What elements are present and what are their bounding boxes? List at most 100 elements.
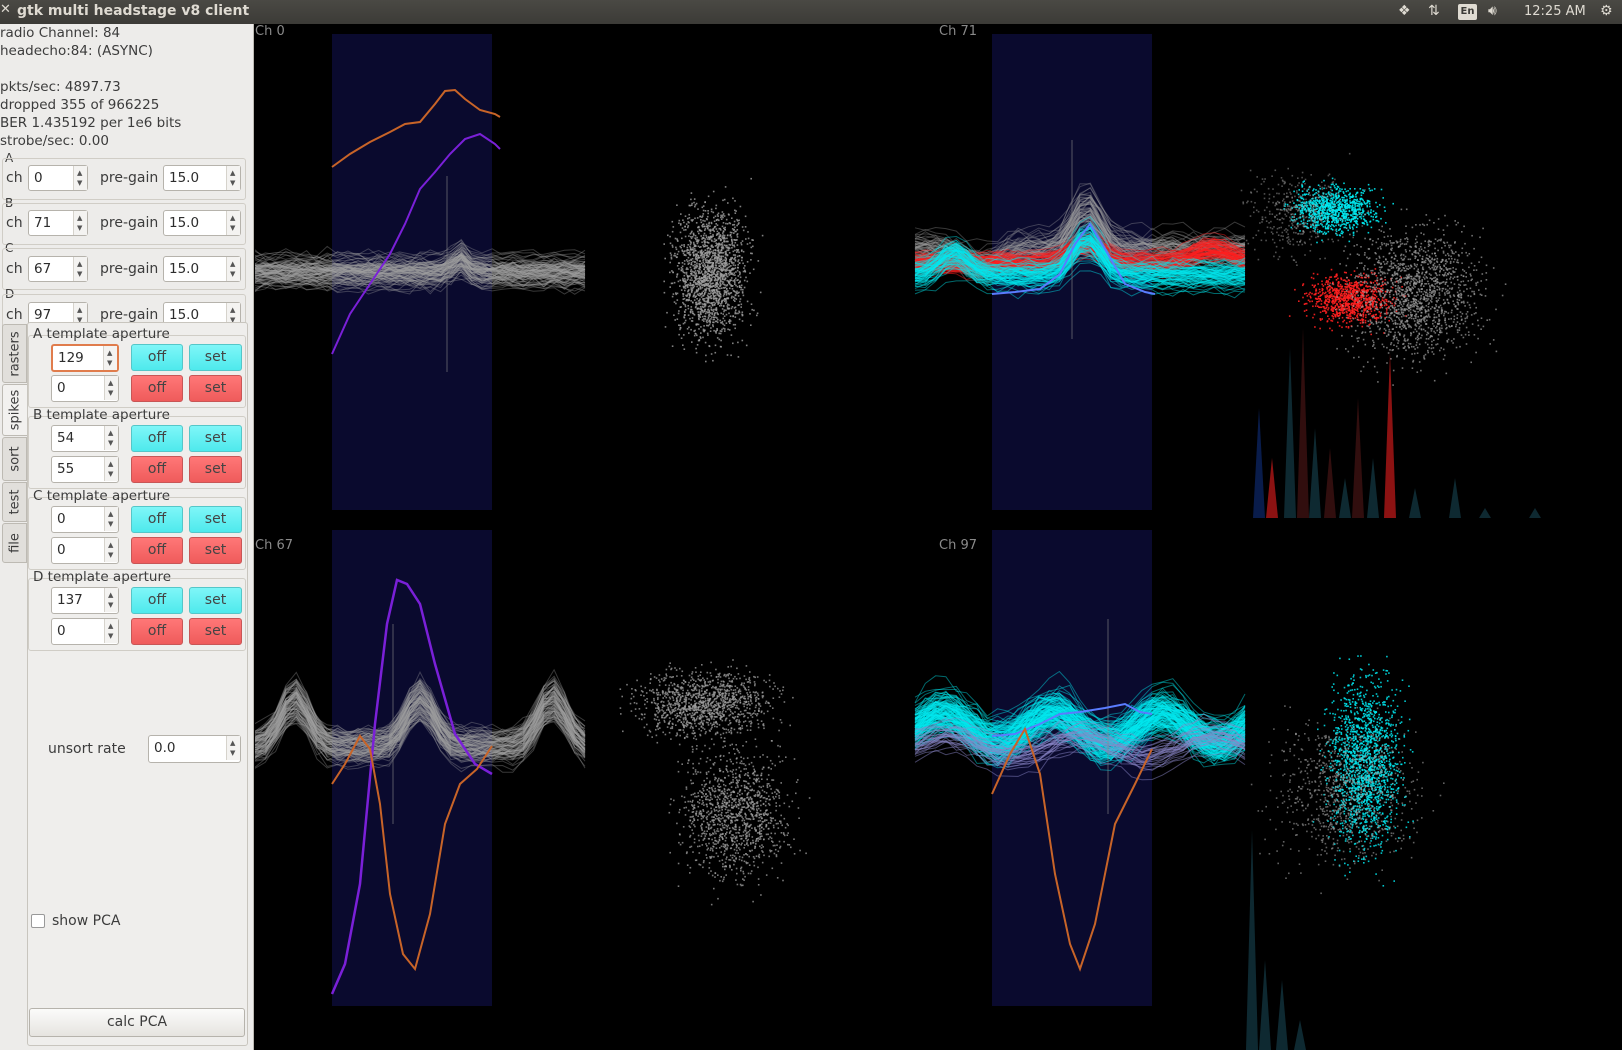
spinner-arrows[interactable]: ▲ ▼ — [73, 166, 87, 190]
template-a-set-button-1[interactable]: set — [189, 344, 242, 371]
spike-plot-area[interactable]: Ch 0 Ch 71 Ch 67 Ch 97 — [255, 24, 1622, 1050]
spinner-value: 97 — [34, 307, 52, 323]
spinner-arrows[interactable]: ▲ ▼ — [104, 507, 118, 531]
template-d-aperture-2[interactable]: 0 ▲ ▼ — [51, 618, 119, 645]
template-d-set-button-2[interactable]: set — [189, 618, 242, 645]
spike-canvas[interactable] — [255, 24, 1622, 1050]
template-c-aperture-1[interactable]: 0 ▲ ▼ — [51, 506, 119, 533]
template-a-title: A template aperture — [33, 326, 170, 342]
spinner-value: 0 — [57, 542, 66, 558]
tab-file[interactable]: file — [2, 523, 27, 563]
plot-label-ch71: Ch 71 — [939, 24, 977, 39]
unsort-rate-spinner[interactable]: 0.0 ▲ ▼ — [148, 735, 241, 763]
pca-cloud — [663, 177, 764, 363]
keyboard-layout-indicator[interactable]: En — [1458, 4, 1477, 20]
template-b-set-button-2[interactable]: set — [189, 456, 242, 483]
isi-bar — [1409, 488, 1421, 518]
calc-pca-button[interactable]: calc PCA — [29, 1008, 245, 1037]
spinner-arrows[interactable]: ▲ ▼ — [73, 257, 87, 281]
template-a-set-button-2[interactable]: set — [189, 375, 242, 402]
tab-spikes[interactable]: spikes — [2, 384, 27, 436]
tab-rasters[interactable]: rasters — [2, 324, 27, 383]
spinner-value: 54 — [57, 430, 75, 446]
pca-cloud — [668, 727, 811, 906]
spinner-value: 15.0 — [169, 307, 200, 323]
template-d-aperture-1[interactable]: 137 ▲ ▼ — [51, 587, 119, 614]
ch-label: ch — [6, 170, 23, 186]
spinner-value: 129 — [58, 350, 84, 366]
pca-cloud — [619, 659, 794, 750]
spinner-arrows[interactable]: ▲ ▼ — [104, 426, 118, 450]
spinner-value: 71 — [34, 215, 52, 231]
channel-c-pregain-spinner[interactable]: 15.0 ▲ ▼ — [163, 256, 241, 282]
isi-bar — [1253, 408, 1265, 518]
headecho-text: headecho:84: (ASYNC) — [0, 43, 153, 59]
tab-label: file — [7, 533, 22, 553]
show-pca-checkbox[interactable] — [31, 914, 45, 928]
isi-bar — [1384, 353, 1396, 518]
spinner-arrows[interactable]: ▲ ▼ — [104, 457, 118, 481]
channel-a-ch-spinner[interactable]: 0 ▲ ▼ — [28, 165, 88, 191]
template-a-aperture-1[interactable]: 129 ▲ ▼ — [51, 344, 119, 372]
template-c-off-button-2[interactable]: off — [131, 537, 183, 564]
isi-bar — [1276, 980, 1288, 1050]
template-a-off-button-2[interactable]: off — [131, 375, 183, 402]
dropped-text: dropped 355 of 966225 — [0, 97, 160, 113]
spinner-arrows[interactable]: ▲ ▼ — [104, 538, 118, 562]
gear-icon[interactable]: ⚙ — [1600, 3, 1613, 19]
pregain-label: pre-gain — [100, 261, 159, 277]
template-c-set-button-2[interactable]: set — [189, 537, 242, 564]
close-icon[interactable]: ✕ — [0, 2, 11, 17]
spinner-arrows[interactable]: ▲ ▼ — [104, 376, 118, 400]
template-b-title: B template aperture — [33, 407, 170, 423]
tab-sort[interactable]: sort — [2, 437, 27, 481]
pregain-label: pre-gain — [100, 215, 159, 231]
spinner-value: 55 — [57, 461, 75, 477]
spinner-value: 15.0 — [169, 170, 200, 186]
template-b-aperture-1[interactable]: 54 ▲ ▼ — [51, 425, 119, 452]
template-b-off-button-1[interactable]: off — [131, 425, 183, 452]
dropbox-icon[interactable]: ❖ — [1398, 3, 1411, 19]
isi-bar — [1294, 1020, 1306, 1050]
spinner-arrows[interactable]: ▲ ▼ — [226, 211, 240, 235]
spinner-arrows[interactable]: ▲ ▼ — [103, 346, 117, 370]
window-title: gtk multi headstage v8 client — [17, 3, 250, 19]
spinner-arrows[interactable]: ▲ ▼ — [226, 257, 240, 281]
volume-icon[interactable]: 🔊︎ — [1488, 3, 1497, 19]
plot-label-ch67: Ch 67 — [255, 538, 293, 553]
tab-label: rasters — [7, 330, 22, 377]
ch-label: ch — [6, 307, 23, 323]
channel-a-pregain-spinner[interactable]: 15.0 ▲ ▼ — [163, 165, 241, 191]
spinner-arrows[interactable]: ▲ ▼ — [226, 166, 240, 190]
channel-b-pregain-spinner[interactable]: 15.0 ▲ ▼ — [163, 210, 241, 236]
template-d-set-button-1[interactable]: set — [189, 587, 242, 614]
template-c-title: C template aperture — [33, 488, 171, 504]
ch-label: ch — [6, 215, 23, 231]
isi-bar — [1266, 458, 1278, 518]
isi-bar — [1449, 478, 1461, 518]
template-a-off-button-1[interactable]: off — [131, 344, 183, 371]
template-c-off-button-1[interactable]: off — [131, 506, 183, 533]
clock[interactable]: 12:25 AM — [1524, 4, 1586, 19]
network-icon[interactable]: ⇅ — [1428, 3, 1440, 19]
template-c-set-button-1[interactable]: set — [189, 506, 242, 533]
template-c-aperture-2[interactable]: 0 ▲ ▼ — [51, 537, 119, 564]
template-b-set-button-1[interactable]: set — [189, 425, 242, 452]
template-d-off-button-2[interactable]: off — [131, 618, 183, 645]
channel-b-ch-spinner[interactable]: 71 ▲ ▼ — [28, 210, 88, 236]
spinner-arrows[interactable]: ▲ ▼ — [104, 619, 118, 643]
channel-c-ch-spinner[interactable]: 67 ▲ ▼ — [28, 256, 88, 282]
template-b-aperture-2[interactable]: 55 ▲ ▼ — [51, 456, 119, 483]
template-a-aperture-2[interactable]: 0 ▲ ▼ — [51, 375, 119, 402]
ber-text: BER 1.435192 per 1e6 bits — [0, 115, 182, 131]
spinner-arrows[interactable]: ▲ ▼ — [226, 736, 240, 760]
isi-bar — [1246, 830, 1258, 1050]
template-b-off-button-2[interactable]: off — [131, 456, 183, 483]
tab-test[interactable]: test — [2, 482, 27, 522]
spinner-value: 0 — [57, 623, 66, 639]
pca-cloud — [1312, 655, 1414, 887]
template-d-off-button-1[interactable]: off — [131, 587, 183, 614]
spinner-arrows[interactable]: ▲ ▼ — [104, 588, 118, 612]
radio-channel-text: radio Channel: 84 — [0, 25, 121, 41]
spinner-arrows[interactable]: ▲ ▼ — [73, 211, 87, 235]
